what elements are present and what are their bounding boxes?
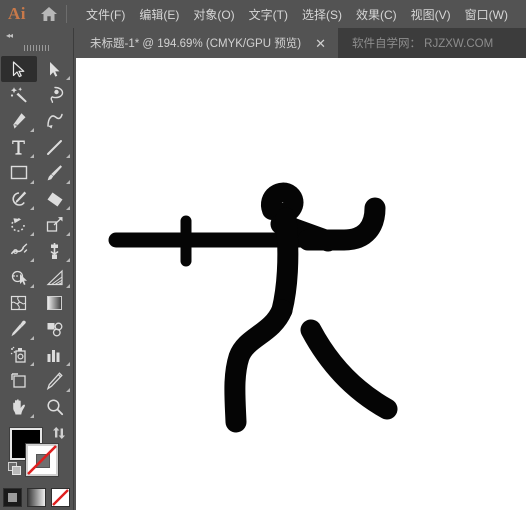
watermark-text: 软件自学网： RJZXW.COM: [351, 38, 494, 50]
fill-mode-row: [0, 488, 73, 507]
none-mode-button[interactable]: [51, 488, 70, 507]
color-controls: [0, 424, 74, 482]
rectangle-tool[interactable]: [1, 160, 37, 186]
shape-builder-tool[interactable]: [1, 264, 37, 290]
menu-object[interactable]: 对象(O): [186, 2, 241, 27]
no-stroke-slash-icon: [27, 445, 57, 475]
width-tool[interactable]: [1, 238, 37, 264]
document-tab-label: 未标题-1* @ 194.69% (CMYK/GPU 预览): [90, 38, 302, 50]
pen-tool[interactable]: [1, 108, 37, 134]
close-icon[interactable]: ✕: [315, 37, 326, 50]
color-mode-button[interactable]: [3, 488, 22, 507]
mesh-tool[interactable]: [1, 290, 37, 316]
document-tab-bar: 未标题-1* @ 194.69% (CMYK/GPU 预览) ✕ 软件自学网： …: [76, 28, 526, 58]
default-fill-stroke-icon[interactable]: [8, 462, 22, 481]
slice-tool[interactable]: [37, 368, 73, 394]
scale-tool[interactable]: [37, 212, 73, 238]
menubar-divider: [66, 5, 67, 23]
direct-selection-tool[interactable]: [37, 56, 73, 82]
paintbrush-tool[interactable]: [37, 160, 73, 186]
tool-grid: [0, 54, 73, 420]
menu-view[interactable]: 视图(V): [404, 2, 458, 27]
menu-window[interactable]: 窗口(W): [458, 2, 515, 27]
hand-tool[interactable]: [1, 394, 37, 420]
document-tab[interactable]: 未标题-1* @ 194.69% (CMYK/GPU 预览) ✕: [76, 28, 338, 58]
lasso-tool[interactable]: [37, 82, 73, 108]
panel-drag-handle[interactable]: [0, 42, 73, 54]
document-canvas[interactable]: [76, 58, 526, 510]
type-tool[interactable]: [1, 134, 37, 160]
collapse-panel-icon[interactable]: ◂◂: [0, 28, 73, 42]
selection-tool[interactable]: [0, 56, 37, 82]
perspective-grid-tool[interactable]: [37, 264, 73, 290]
column-graph-tool[interactable]: [37, 342, 73, 368]
gradient-mode-button[interactable]: [27, 488, 46, 507]
blend-tool[interactable]: [37, 316, 73, 342]
menu-bar: Ai 文件(F) 编辑(E) 对象(O) 文字(T) 选择(S) 效果(C) 视…: [0, 0, 526, 28]
rotate-tool[interactable]: [1, 212, 37, 238]
menu-type[interactable]: 文字(T): [242, 2, 295, 27]
free-transform-tool[interactable]: [37, 238, 73, 264]
stroke-swatch[interactable]: [26, 444, 58, 476]
shaper-tool[interactable]: [1, 186, 37, 212]
artboard-tool[interactable]: [1, 368, 37, 394]
line-segment-tool[interactable]: [37, 134, 73, 160]
fencing-pictogram-artwork[interactable]: [76, 58, 526, 510]
curvature-tool[interactable]: [37, 108, 73, 134]
illustrator-window: Ai 文件(F) 编辑(E) 对象(O) 文字(T) 选择(S) 效果(C) 视…: [0, 0, 526, 510]
zoom-tool[interactable]: [37, 394, 73, 420]
menu-items: 文件(F) 编辑(E) 对象(O) 文字(T) 选择(S) 效果(C) 视图(V…: [79, 2, 515, 27]
gradient-tool[interactable]: [37, 290, 73, 316]
magic-wand-tool[interactable]: [1, 82, 37, 108]
eyedropper-tool[interactable]: [1, 316, 37, 342]
swap-fill-stroke-icon[interactable]: [52, 426, 66, 443]
app-logo: Ai: [8, 4, 26, 23]
menu-effect[interactable]: 效果(C): [349, 2, 404, 27]
symbol-sprayer-tool[interactable]: [1, 342, 37, 368]
home-icon[interactable]: [34, 0, 64, 28]
tool-panel: ◂◂: [0, 28, 74, 510]
menu-file[interactable]: 文件(F): [79, 2, 132, 27]
eraser-tool[interactable]: [37, 186, 73, 212]
menu-edit[interactable]: 编辑(E): [132, 2, 186, 27]
menu-select[interactable]: 选择(S): [295, 2, 349, 27]
